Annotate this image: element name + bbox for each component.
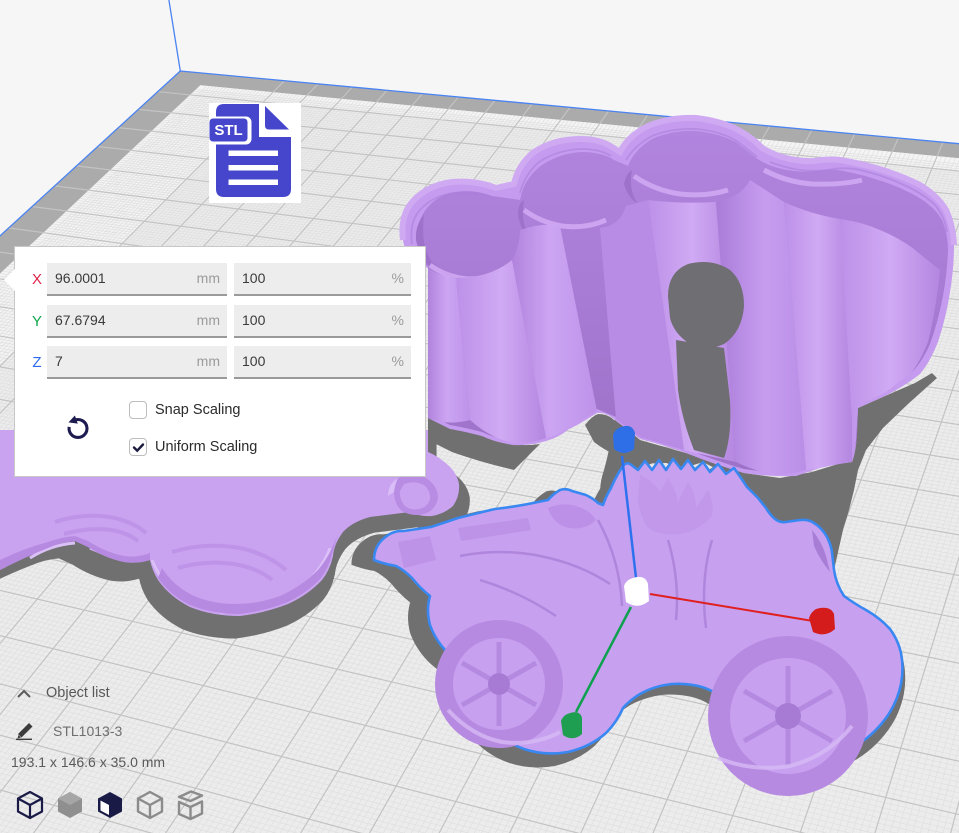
svg-text:STL: STL xyxy=(214,122,242,139)
